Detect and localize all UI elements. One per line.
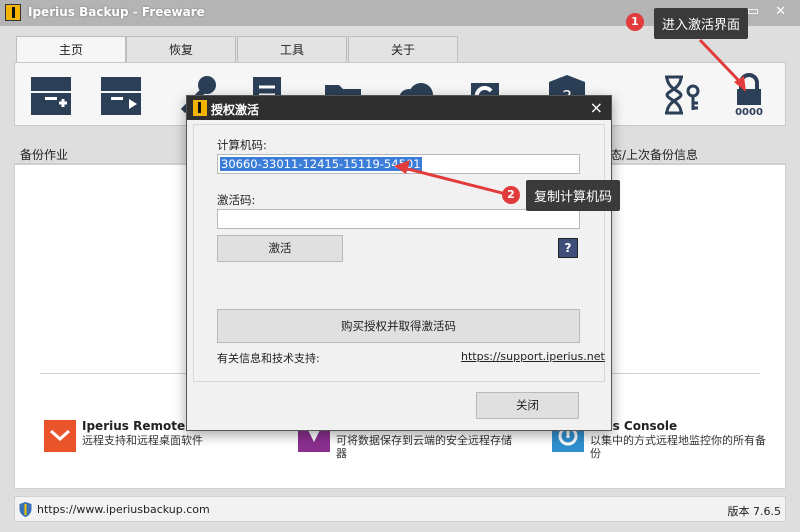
activation-code-field[interactable] xyxy=(217,209,580,229)
website-url[interactable]: https://www.iperiusbackup.com xyxy=(37,503,210,516)
promo-desc: 远程支持和远程桌面软件 xyxy=(82,434,203,447)
svg-text:0000: 0000 xyxy=(735,107,763,117)
help-button[interactable]: ? xyxy=(558,238,578,258)
activation-code-label: 激活码: xyxy=(217,193,256,207)
tab-about[interactable]: 关于 xyxy=(348,36,458,64)
status-bar: https://www.iperiusbackup.com 版本 7.6.5 xyxy=(14,496,786,522)
last-backup-info-label: 态/上次备份信息 xyxy=(610,148,699,162)
activate-button[interactable]: 激活 xyxy=(217,235,343,262)
backup-jobs-label: 备份作业 xyxy=(20,148,69,162)
dialog-titlebar: 授权激活 × xyxy=(187,96,611,120)
tab-restore[interactable]: 恢复 xyxy=(126,36,236,64)
security-shield-icon xyxy=(19,502,32,517)
scheduler-icon[interactable] xyxy=(659,73,703,117)
run-backup-icon[interactable] xyxy=(99,73,143,117)
new-backup-icon[interactable] xyxy=(29,73,73,117)
dialog-title: 授权激活 xyxy=(211,103,260,117)
activation-dialog: 授权激活 × 计算机码: 30660-33011-12415-15119-545… xyxy=(186,95,612,431)
step-badge-2: 2 xyxy=(502,186,520,204)
machine-code-field[interactable]: 30660-33011-12415-15119-54501 xyxy=(217,154,580,174)
promo-title: Iperius Remote xyxy=(82,419,186,433)
close-button[interactable]: 关闭 xyxy=(476,392,579,419)
dialog-body: 计算机码: 30660-33011-12415-15119-54501 激活码:… xyxy=(193,124,605,382)
tab-tools[interactable]: 工具 xyxy=(237,36,347,64)
promo-desc: 可将数据保存到云端的安全远程存储器 xyxy=(336,434,512,460)
buy-license-button[interactable]: 购买授权并取得激活码 xyxy=(217,309,580,343)
support-label: 有关信息和技术支持: xyxy=(217,352,320,365)
remote-icon xyxy=(44,420,76,452)
callout-copy-machine-code: 复制计算机码 xyxy=(526,180,621,211)
dialog-close-icon[interactable]: × xyxy=(590,98,603,117)
window-title: Iperius Backup - Freeware xyxy=(28,5,205,19)
dialog-logo-icon xyxy=(193,100,207,116)
app-logo-icon xyxy=(5,4,21,21)
support-link[interactable]: https://support.iperius.net xyxy=(461,350,605,363)
machine-code-value: 30660-33011-12415-15119-54501 xyxy=(220,157,422,171)
activation-lock-icon[interactable]: 0000 xyxy=(727,73,771,117)
callout-enter-activation: 进入激活界面 xyxy=(654,8,749,39)
step-badge-1: 1 xyxy=(626,13,644,31)
version-label: 版本 7.6.5 xyxy=(727,505,782,518)
window-controls[interactable]: ▭ ✕ xyxy=(747,4,792,19)
machine-code-label: 计算机码: xyxy=(217,138,267,152)
promo-desc: 以集中的方式远程地监控你的所有备份 xyxy=(590,434,766,460)
